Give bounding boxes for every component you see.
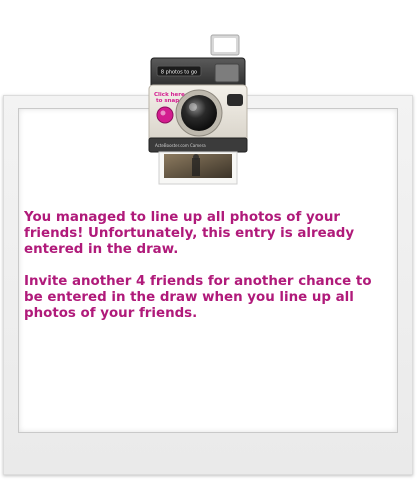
camera-brand-label: ActeBooster.com Camera	[155, 143, 206, 148]
side-button-icon	[227, 94, 243, 106]
result-message: You managed to line up all photos of you…	[24, 210, 394, 338]
photos-to-go-label: 8 photos to go	[161, 70, 197, 76]
lens-icon	[181, 95, 217, 131]
viewfinder-window	[214, 63, 240, 83]
message-paragraph-1: You managed to line up all photos of you…	[24, 210, 355, 257]
camera-illustration: 8 photos to go Click here to snap ActeBo…	[148, 26, 248, 185]
message-paragraph-2: Invite another 4 friends for another cha…	[24, 274, 372, 321]
flash-bulb	[214, 38, 236, 52]
shutter-button-icon	[156, 106, 174, 124]
polaroid-camera[interactable]: 8 photos to go Click here to snap ActeBo…	[143, 26, 253, 190]
to-snap-label: to snap	[156, 98, 179, 104]
